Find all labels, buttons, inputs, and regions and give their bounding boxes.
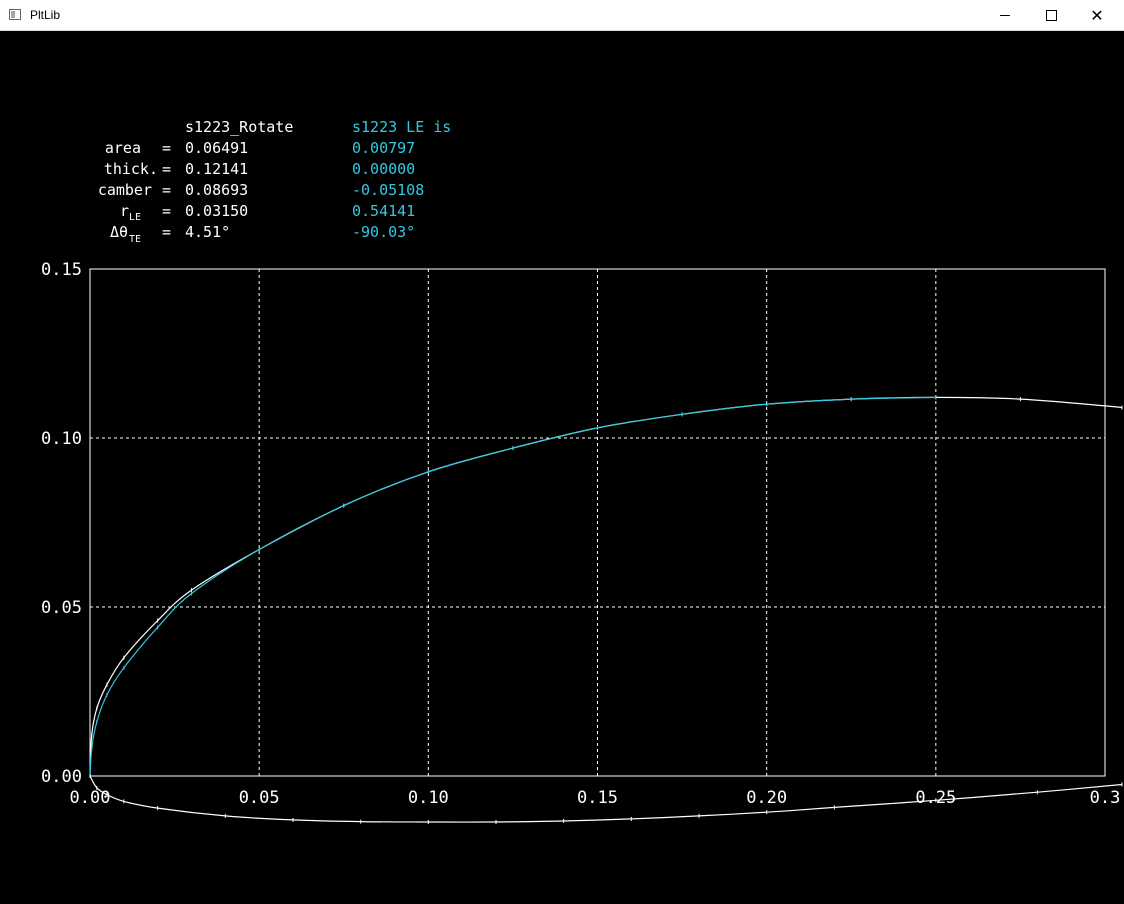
eq-area: = (162, 139, 171, 157)
plot-canvas[interactable]: s1223_Rotate s1223 LE is area = 0.06491 … (0, 31, 1124, 900)
y-tick-label: 0.05 (41, 598, 82, 618)
airfoil1-camber: 0.08693 (185, 181, 248, 199)
x-tick-label: 0.15 (577, 788, 618, 808)
airfoil2-rle: 0.54141 (352, 202, 415, 220)
airfoil2-area: 0.00797 (352, 139, 415, 157)
eq-thick: = (162, 160, 171, 178)
maximize-icon (1045, 10, 1057, 21)
title-bar[interactable]: PltLib ✕ (0, 0, 1124, 31)
airfoil2-thick: 0.00000 (352, 160, 415, 178)
maximize-button[interactable] (1028, 0, 1074, 31)
label-area: area (105, 139, 141, 157)
minimize-icon (1000, 15, 1010, 16)
label-rle: r (120, 202, 129, 220)
eq-rle: = (162, 202, 171, 220)
airfoil1-dte: 4.51° (185, 223, 230, 241)
app-icon (9, 9, 21, 20)
y-tick-label: 0.10 (41, 429, 82, 449)
label-dte-sub: TE (129, 234, 141, 245)
label-thick: thick. (104, 160, 158, 178)
close-icon: ✕ (1090, 5, 1104, 25)
plot-svg: s1223_Rotate s1223 LE is area = 0.06491 … (41, 118, 1123, 824)
airfoil1-rle: 0.03150 (185, 202, 248, 220)
x-tick-label: 0.00 (70, 788, 111, 808)
x-tick-label: 0.3 (1090, 788, 1121, 808)
label-dte: Δθ (110, 223, 128, 241)
x-tick-label: 0.05 (239, 788, 280, 808)
airfoil2-dte: -90.03° (352, 223, 415, 241)
label-camber: camber (98, 181, 152, 199)
airfoil1-area: 0.06491 (185, 139, 248, 157)
series-line-s1223-rotate (89, 396, 1122, 777)
x-tick-label: 0.20 (746, 788, 787, 808)
airfoil1-thick: 0.12141 (185, 160, 248, 178)
x-tick-label: 0.25 (915, 788, 956, 808)
eq-camber: = (162, 181, 171, 199)
airfoil2-camber: -0.05108 (352, 181, 424, 199)
window-title: PltLib (30, 8, 61, 22)
label-rle-sub: LE (129, 212, 141, 223)
y-tick-label: 0.15 (41, 260, 82, 280)
airfoil1-name: s1223_Rotate (185, 118, 293, 136)
close-button[interactable]: ✕ (1074, 0, 1120, 31)
y-tick-label: 0.00 (41, 767, 82, 787)
minimize-button[interactable] (982, 0, 1028, 31)
series-line-s1223-le-is (89, 396, 936, 777)
eq-dte: = (162, 223, 171, 241)
x-tick-label: 0.10 (408, 788, 449, 808)
airfoil2-name: s1223 LE is (352, 118, 451, 136)
